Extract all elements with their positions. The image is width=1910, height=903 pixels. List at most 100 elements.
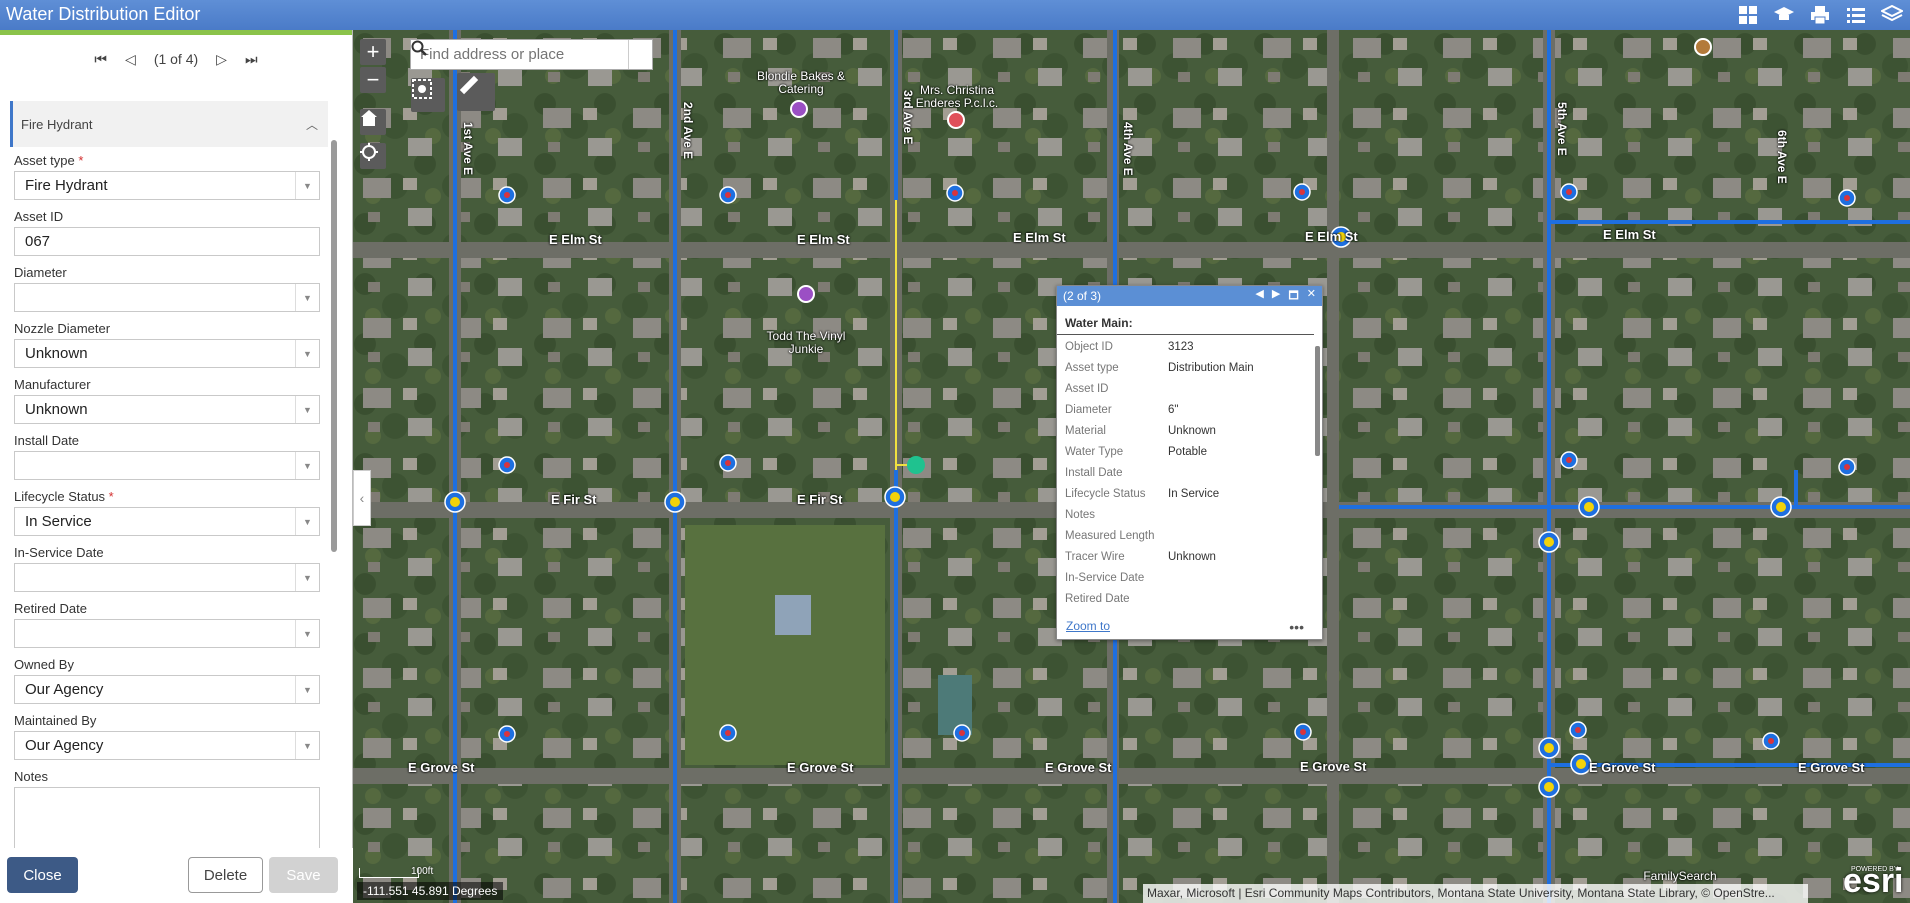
chevron-down-icon[interactable]: ▼ [295,452,319,479]
select-tool-icon[interactable] [411,78,445,112]
attribute-form: Asset type * Fire Hydrant ▼ Asset ID 067 Diam… [14,153,320,858]
field-select[interactable]: Unknown ▼ [14,339,320,368]
zoom-out-icon[interactable]: − [360,67,386,93]
street-label-grove-4: E Grove St [1300,759,1367,774]
pager-count: (1 of 4) [153,51,199,67]
search-icon[interactable] [411,40,652,69]
field-input[interactable]: 067 [14,227,320,256]
street-label-grove-6: E Grove St [1798,760,1865,775]
popup-row: Tracer Wire Unknown [1065,551,1314,568]
chevron-down-icon[interactable]: ▼ [295,620,319,647]
popup-scrollbar[interactable] [1315,346,1320,456]
delete-button[interactable]: Delete [188,857,263,893]
field-select[interactable]: ▼ [14,619,320,648]
next-page-icon[interactable]: ▷ [216,51,227,68]
first-page-icon[interactable]: ⏮ [94,51,107,68]
map-view[interactable]: E Elm St E Elm St E Elm St E Elm St E El… [353,30,1910,903]
street-label-ave6: 6th Ave E [1775,130,1789,184]
popup-close-icon[interactable]: ✕ [1307,287,1316,306]
panel-collapse-toggle[interactable]: ‹ [353,470,371,526]
poi-dentist[interactable]: Mrs. Christina Enderes P.c.l.c. [905,84,1009,110]
chevron-down-icon[interactable]: ▼ [295,564,319,591]
field-label-text: Install Date [14,433,80,448]
esri-logo: esri [1843,862,1904,900]
chevron-down-icon[interactable]: ▼ [295,284,319,311]
required-marker: * [105,489,114,504]
print-icon[interactable] [1802,0,1838,30]
chevron-down-icon[interactable]: ▼ [295,676,319,703]
field-label-text: Asset ID [14,209,64,224]
notes-textarea[interactable] [14,787,320,857]
zoom-to-link[interactable]: Zoom to [1066,619,1110,633]
street-label-fir-2: E Fir St [797,492,843,507]
popup-field-name: Diameter [1065,404,1112,416]
field-select[interactable]: Our Agency ▼ [14,675,320,704]
field-label-text: Asset type [14,153,75,168]
search-input[interactable] [411,40,628,69]
last-page-icon[interactable]: ⏭ [245,51,258,68]
popup-row: Material Unknown [1065,425,1314,442]
previous-page-icon[interactable]: ◁ [125,51,136,68]
popup-field-name: Install Date [1065,467,1123,479]
poi-bakery[interactable]: Blondie Bakes & Catering [741,70,861,96]
field-select[interactable]: Our Agency ▼ [14,731,320,760]
field-label: Nozzle Diameter [14,321,320,339]
widgets-icon[interactable] [1730,0,1766,30]
field-select[interactable]: Unknown ▼ [14,395,320,424]
popup-row: Lifecycle Status In Service [1065,488,1314,505]
field-label-text: Retired Date [14,601,87,616]
field-select[interactable]: ▼ [14,451,320,480]
notes-label: Notes [14,769,48,784]
popup-previous-icon[interactable]: ◀ [1255,287,1263,306]
coordinate-readout: -111.551 45.891 Degrees [357,882,504,900]
popup-row: Water Type Potable [1065,446,1314,463]
field-value: Unknown [25,345,88,362]
chevron-down-icon[interactable]: ▼ [295,396,319,423]
popup-field-value: In Service [1168,488,1220,500]
chevron-down-icon[interactable]: ▼ [295,172,319,199]
locate-icon[interactable] [360,143,386,169]
street-label-ave1: 1st Ave E [461,122,475,176]
app-title: Water Distribution Editor [6,4,201,24]
scale-bar [359,868,419,878]
feature-popup: (2 of 3) ◀ ▶ 🗖 ✕ Water Main: Object ID 31… [1056,285,1323,640]
zoom-in-icon[interactable]: + [360,39,386,65]
panel-scrollbar[interactable] [331,140,337,552]
field-label-text: Diameter [14,265,67,280]
save-button[interactable]: Save [269,857,338,893]
popup-field-name: Water Type [1065,446,1124,458]
poi-familysearch: FamilySearch [1643,869,1717,883]
field-select[interactable]: Fire Hydrant ▼ [14,171,320,200]
poi-shop[interactable]: Todd The Vinyl Junkie [761,330,851,356]
chevron-left-icon: ‹ [359,490,365,506]
list-icon[interactable] [1838,0,1874,30]
field-label-text: In-Service Date [14,545,104,560]
field-value: Our Agency [25,737,104,754]
layers-icon[interactable] [1874,0,1910,30]
close-button[interactable]: Close [7,857,78,893]
chevron-down-icon[interactable]: ▼ [295,732,319,759]
street-label-grove-3: E Grove St [1045,760,1112,775]
chevron-down-icon[interactable]: ▼ [295,508,319,535]
chevron-down-icon[interactable]: ▼ [295,340,319,367]
home-icon[interactable] [360,109,386,135]
app-window: Water Distribution Editor ⏮ ◁ (1 of 4) ▷… [0,0,1910,903]
field-select[interactable]: ▼ [14,283,320,312]
field-select[interactable]: ▼ [14,563,320,592]
popup-field-value: 3123 [1168,341,1194,353]
measure-icon[interactable] [457,73,495,111]
edit-panel: ⏮ ◁ (1 of 4) ▷ ⏭ Fire Hydrant ︿ Asset ty… [0,30,353,903]
street-label-ave5: 5th Ave E [1555,102,1569,156]
more-icon[interactable]: ••• [1289,619,1304,635]
field-select[interactable]: In Service ▼ [14,507,320,536]
panel-footer: Close Delete Save [0,848,353,903]
education-icon[interactable] [1766,0,1802,30]
popup-field-name: Retired Date [1065,593,1130,605]
fire-hydrant-section-header[interactable]: Fire Hydrant ︿ [10,101,328,147]
popup-next-icon[interactable]: ▶ [1272,287,1280,306]
popup-header: (2 of 3) ◀ ▶ 🗖 ✕ [1057,286,1322,306]
popup-maximize-icon[interactable]: 🗖 [1288,287,1298,306]
street-label-grove-2: E Grove St [787,760,854,775]
chevron-up-icon[interactable]: ︿ [306,116,318,133]
popup-field-value: Unknown [1168,551,1216,563]
